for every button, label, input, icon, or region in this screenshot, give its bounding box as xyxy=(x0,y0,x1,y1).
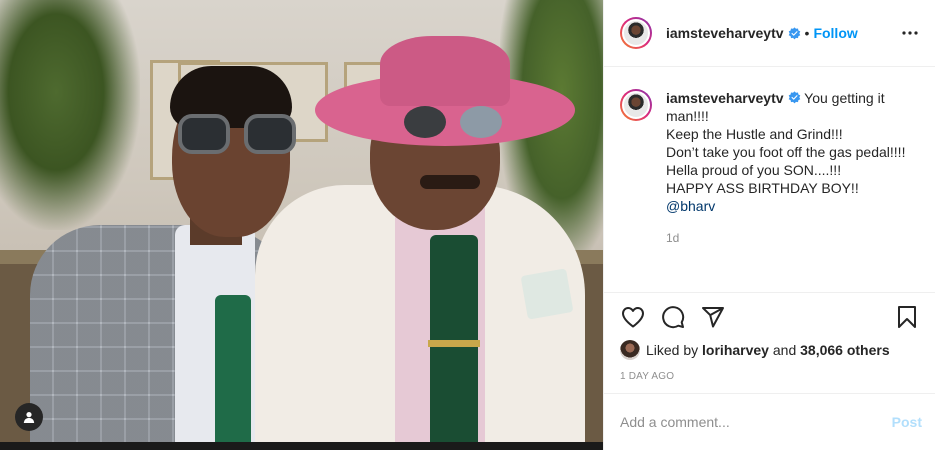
likes-and: and xyxy=(772,342,797,358)
post-side-panel: iamsteveharveytv • Follow iamsteveharvey… xyxy=(603,0,935,450)
photo-right-person-mustache xyxy=(420,175,480,189)
header-username[interactable]: iamsteveharveytv xyxy=(666,25,784,41)
post-photo[interactable] xyxy=(0,0,603,450)
caption-text: iamsteveharveytv You getting it man!!!! … xyxy=(666,89,916,292)
photo-plant xyxy=(0,0,140,230)
comment-form: Post xyxy=(604,393,935,450)
post-comment-button[interactable]: Post xyxy=(892,414,922,430)
photo-right-person-tie xyxy=(430,235,478,442)
bookmark-icon xyxy=(898,306,916,328)
photo-bottom-strip xyxy=(0,442,603,450)
verified-badge-icon xyxy=(788,26,800,39)
comment-input[interactable] xyxy=(620,414,892,430)
likes-summary: Liked by loriharvey and 38,066 others xyxy=(620,340,890,360)
verified-badge-icon xyxy=(788,91,800,104)
more-horizontal-icon xyxy=(902,31,918,35)
photo-left-person-tie xyxy=(215,295,251,442)
header-separator: • xyxy=(804,25,810,41)
avatar[interactable] xyxy=(620,340,640,360)
comment-button[interactable] xyxy=(656,300,690,334)
caption-line: Keep the Hustle and Grind!!! xyxy=(666,126,843,142)
user-tag-icon xyxy=(23,412,35,423)
photo-right-person-tie-clip xyxy=(428,340,480,347)
likes-user-link[interactable]: loriharvey xyxy=(702,342,769,358)
caption-timestamp[interactable]: 1d xyxy=(666,229,916,247)
photo-right-person-sunglasses xyxy=(404,106,504,140)
post-caption: iamsteveharveytv You getting it man!!!! … xyxy=(604,67,935,293)
comment-icon xyxy=(662,306,685,329)
likes-prefix: Liked by xyxy=(646,342,699,358)
caption-line: HAPPY ASS BIRTHDAY BOY!! xyxy=(666,180,859,196)
like-button[interactable] xyxy=(616,300,650,334)
caption-username[interactable]: iamsteveharveytv xyxy=(666,90,784,106)
photo-pink-hat-crown xyxy=(380,36,510,106)
paper-plane-icon xyxy=(702,307,724,328)
post-header: iamsteveharveytv • Follow xyxy=(604,0,935,67)
avatar[interactable] xyxy=(620,89,652,121)
user-tag-button[interactable] xyxy=(15,403,43,431)
caption-mention-link[interactable]: @bharv xyxy=(666,197,916,215)
post-actions xyxy=(604,296,935,338)
caption-line: Hella proud of you SON....!!! xyxy=(666,162,842,178)
more-options-button[interactable] xyxy=(898,21,922,45)
photo-left-person-sunglasses xyxy=(178,114,300,158)
avatar[interactable] xyxy=(620,17,652,49)
save-button[interactable] xyxy=(890,300,924,334)
post-date[interactable]: 1 DAY AGO xyxy=(620,371,674,382)
share-button[interactable] xyxy=(696,300,730,334)
likes-others-link[interactable]: 38,066 others xyxy=(800,342,890,358)
follow-button[interactable]: Follow xyxy=(813,25,857,41)
heart-icon xyxy=(622,307,644,328)
caption-line: Don’t take you foot off the gas pedal!!!… xyxy=(666,144,906,160)
photo-right-person-pocket-square xyxy=(520,268,574,320)
